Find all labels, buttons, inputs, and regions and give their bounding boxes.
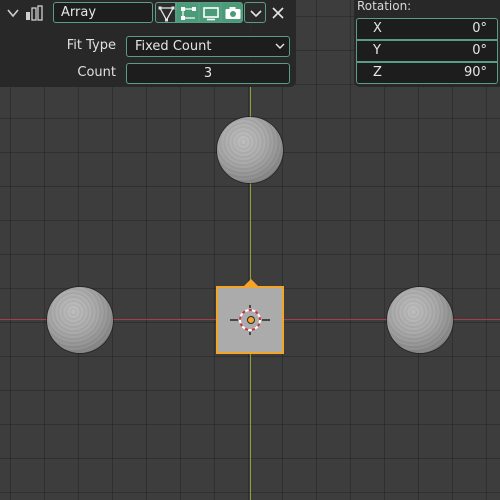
modifier-extras-dropdown[interactable] bbox=[244, 2, 266, 23]
fit-type-value: Fixed Count bbox=[135, 39, 212, 54]
object-origin-dot bbox=[247, 316, 255, 324]
edit-cage-toggle[interactable] bbox=[155, 2, 176, 23]
dropdown-chevron-icon bbox=[250, 10, 262, 18]
array-modifier-icon bbox=[26, 5, 43, 21]
collapse-chevron-icon[interactable] bbox=[6, 6, 20, 20]
rotation-x-value: 0° bbox=[472, 21, 487, 36]
rotation-panel: Rotation: X 0° Y 0° Z 90° bbox=[354, 0, 500, 87]
realtime-display-toggle[interactable] bbox=[199, 2, 221, 23]
render-camera-icon bbox=[225, 7, 241, 19]
rotation-z-label: Z bbox=[373, 65, 382, 80]
rotation-x-label: X bbox=[373, 21, 382, 36]
realtime-display-icon bbox=[203, 7, 219, 21]
rotation-y-label: Y bbox=[373, 43, 381, 58]
remove-modifier-button[interactable] bbox=[270, 5, 286, 21]
modifier-header-panel: Array Fit Type Fixed Count Count 3 bbox=[0, 0, 296, 87]
array-sphere-right[interactable] bbox=[387, 287, 453, 353]
array-sphere-left[interactable] bbox=[47, 287, 113, 353]
rotation-z-field[interactable]: Z 90° bbox=[356, 62, 498, 84]
rotation-x-field[interactable]: X 0° bbox=[356, 18, 498, 40]
rotation-y-field[interactable]: Y 0° bbox=[356, 40, 498, 62]
fit-type-label: Fit Type bbox=[66, 38, 116, 53]
edit-mode-icon bbox=[181, 7, 196, 20]
render-toggle[interactable] bbox=[221, 2, 243, 23]
close-icon bbox=[272, 7, 284, 19]
array-sphere-top[interactable] bbox=[217, 117, 283, 183]
rotation-z-value: 90° bbox=[463, 65, 487, 80]
edit-cage-icon bbox=[158, 6, 175, 22]
chevron-down-icon bbox=[275, 43, 285, 49]
edit-mode-toggle[interactable] bbox=[176, 2, 199, 23]
rotation-title: Rotation: bbox=[357, 0, 412, 13]
count-input[interactable]: 3 bbox=[126, 63, 290, 84]
count-label: Count bbox=[77, 65, 116, 80]
modifier-name-input[interactable]: Array bbox=[53, 2, 153, 23]
rotation-y-value: 0° bbox=[472, 43, 487, 58]
fit-type-select[interactable]: Fixed Count bbox=[126, 36, 290, 57]
selection-notch bbox=[244, 279, 258, 286]
